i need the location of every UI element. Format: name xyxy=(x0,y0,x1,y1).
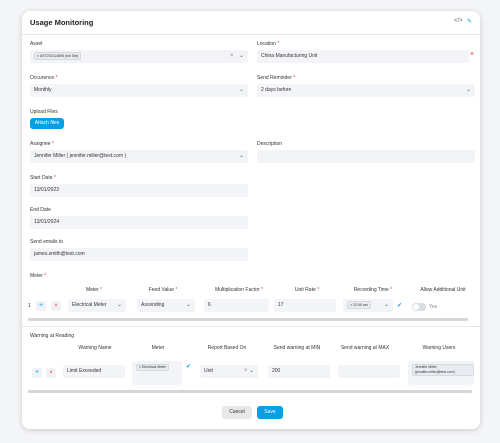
warning-meter-header: Meter xyxy=(151,345,165,351)
end-date-label: End Date xyxy=(30,207,51,213)
warning-section-label: Warning at Reading xyxy=(30,333,75,339)
warning-users-select[interactable]: Jennifer Miller (jennifer.miller@test.co… xyxy=(408,361,474,385)
location-input[interactable]: China Manufacturing Unit xyxy=(257,50,469,63)
recording-time-header: Recording Time * xyxy=(353,287,393,293)
warning-min-header: Send warning at MIN xyxy=(273,345,321,351)
allow-unit-toggle[interactable] xyxy=(412,303,426,311)
asset-label: Asset xyxy=(30,41,43,47)
chevron-down-icon: ⌄ xyxy=(383,302,389,308)
meter-section-label: Meter * xyxy=(30,273,47,279)
send-reminder-label: Send Reminder * xyxy=(257,75,296,81)
occurence-select[interactable]: Monthly ⌄ xyxy=(30,84,248,97)
multiplication-factor-header: Multiplication Factor * xyxy=(215,287,263,293)
toggle-label: Yes xyxy=(429,304,438,310)
warning-users-header: Warning Users xyxy=(422,345,456,351)
meter-scrollbar[interactable] xyxy=(28,318,468,321)
meter-header: Meter * xyxy=(85,287,103,293)
warning-name-input[interactable]: Limit Exceeded xyxy=(63,365,125,378)
save-button[interactable]: Save xyxy=(257,406,283,419)
toggle-knob xyxy=(413,304,419,310)
meter-select[interactable]: Electrical Meter ⌄ xyxy=(68,299,126,312)
assignee-label: Assignee * xyxy=(30,141,54,147)
remove-location-icon[interactable]: × xyxy=(470,51,474,58)
description-label: Description xyxy=(257,141,283,147)
feed-value-select[interactable]: Ascending ⌄ xyxy=(137,299,195,312)
warning-name-header: Warning Name xyxy=(78,345,112,351)
unit-rate-header: Unit Rate * xyxy=(294,287,320,293)
start-date-label: Start Date * xyxy=(30,175,56,181)
remove-meter-button[interactable]: × xyxy=(51,301,61,311)
check-icon: ✔ xyxy=(397,303,403,309)
start-date-input[interactable]: 13/01/2023 xyxy=(30,184,248,197)
warning-max-header: Send warning at MAX xyxy=(340,345,390,351)
warning-min-input[interactable]: 200 xyxy=(268,365,330,378)
check-icon: ✔ xyxy=(186,364,192,370)
warning-meter-select[interactable]: × Electrical Meter xyxy=(132,361,182,385)
feed-value-header: Feed Value * xyxy=(148,287,178,293)
attach-files-button[interactable]: Attach files xyxy=(30,118,64,129)
code-icon[interactable]: </> xyxy=(454,18,463,24)
chevron-down-icon: ⌄ xyxy=(185,302,191,308)
chevron-down-icon: ⌄ xyxy=(238,87,244,93)
allow-unit-header: Allow Additional Unit xyxy=(420,287,466,293)
end-date-input[interactable]: 13/01/2024 xyxy=(30,216,248,229)
send-emails-label: Send emails to xyxy=(30,239,64,245)
report-based-on-select[interactable]: Unit × ⌄ xyxy=(200,365,258,378)
assignee-select[interactable]: Jennifer Miller ( jennifer.miller@test.c… xyxy=(30,150,248,163)
remove-warning-button[interactable]: × xyxy=(46,368,56,378)
description-input[interactable] xyxy=(257,150,475,163)
time-chip[interactable]: × 12:00 am xyxy=(347,300,371,309)
warning-max-input[interactable] xyxy=(338,365,400,378)
page-title: Usage Monitoring xyxy=(30,18,94,27)
add-warning-button[interactable]: + xyxy=(32,368,42,378)
warning-scrollbar[interactable] xyxy=(28,390,472,393)
recording-time-select[interactable]: × 12:00 am ⌄ xyxy=(343,299,393,312)
user-chip[interactable]: Jennifer Miller (jennifer.miller@test.co… xyxy=(412,364,474,376)
location-label: Location * xyxy=(257,41,280,47)
usage-monitoring-card: Usage Monitoring </> ✎ Asset × AST202114… xyxy=(22,11,480,429)
chevron-down-icon: ⌄ xyxy=(465,87,471,93)
card-header: Usage Monitoring </> ✎ xyxy=(22,11,480,35)
clear-icon[interactable]: × xyxy=(244,365,248,378)
multiplication-factor-input[interactable]: 6 xyxy=(204,299,269,312)
pencil-icon[interactable]: ✎ xyxy=(467,18,472,25)
chevron-down-icon: ⌄ xyxy=(116,302,122,308)
send-emails-input[interactable]: james.smith@test.com xyxy=(30,248,248,261)
row-index: 1 xyxy=(28,303,31,309)
clear-icon[interactable]: × xyxy=(230,50,234,63)
asset-select[interactable]: × AST202114895 (Inb Set) × ⌄ xyxy=(30,50,248,63)
chevron-down-icon: ⌄ xyxy=(238,153,244,159)
unit-rate-input[interactable]: 17 xyxy=(274,299,336,312)
cancel-button[interactable]: Cancel xyxy=(222,406,252,419)
occurence-label: Occurence * xyxy=(30,75,58,81)
chevron-down-icon[interactable]: ⌄ xyxy=(239,50,244,63)
report-based-on-header: Report Based On xyxy=(207,345,247,351)
send-reminder-select[interactable]: 2 days before ⌄ xyxy=(257,84,475,97)
add-meter-button[interactable]: + xyxy=(36,301,46,311)
upload-label: Upload Files xyxy=(30,109,58,115)
section-divider xyxy=(22,326,480,327)
meter-chip[interactable]: × Electrical Meter xyxy=(136,364,170,371)
asset-chip[interactable]: × AST202114895 (Inb Set) xyxy=(34,51,82,60)
chevron-down-icon: ⌄ xyxy=(248,368,254,374)
